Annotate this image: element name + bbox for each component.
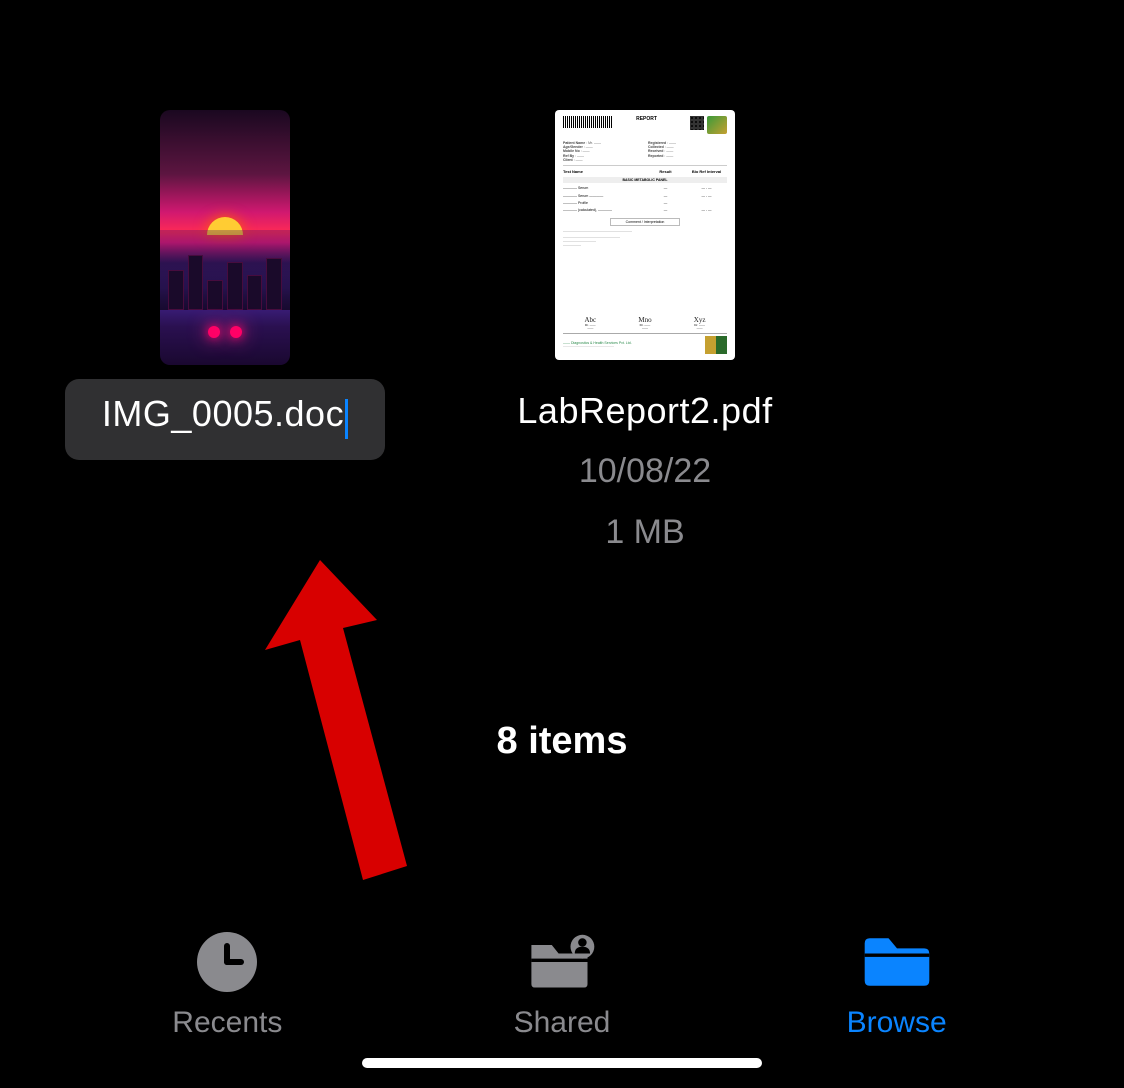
tab-label: Recents: [172, 1006, 282, 1040]
tab-shared[interactable]: Shared: [462, 932, 662, 1040]
file-date: 10/08/22: [579, 447, 711, 496]
tab-label: Shared: [514, 1006, 611, 1040]
shared-folder-icon: [528, 932, 596, 992]
file-name-text: IMG_0005.doc: [102, 393, 344, 434]
annotation-arrow-icon: [265, 560, 415, 890]
file-size: 1 MB: [605, 508, 684, 557]
file-rename-input[interactable]: IMG_0005.doc: [65, 379, 385, 460]
tab-recents[interactable]: Recents: [127, 932, 327, 1040]
file-thumbnail-pdf[interactable]: REPORT Patient Name : Mr. —— Registered …: [555, 110, 735, 360]
file-name-label: LabReport2.pdf: [515, 388, 775, 435]
tab-label: Browse: [847, 1006, 947, 1040]
file-thumbnail-image[interactable]: [160, 110, 290, 365]
home-indicator[interactable]: [362, 1058, 762, 1068]
tab-bar: Recents Shared Browse: [0, 932, 1124, 1040]
clock-icon: [193, 932, 261, 992]
item-count: 8 items: [497, 720, 628, 763]
file-grid: IMG_0005.doc REPORT Patient Name : Mr. —…: [0, 0, 1124, 557]
text-cursor: [345, 399, 348, 439]
file-item[interactable]: REPORT Patient Name : Mr. —— Registered …: [485, 110, 805, 557]
tab-browse[interactable]: Browse: [797, 932, 997, 1040]
file-item-editing[interactable]: IMG_0005.doc: [65, 110, 385, 460]
folder-icon: [863, 932, 931, 992]
